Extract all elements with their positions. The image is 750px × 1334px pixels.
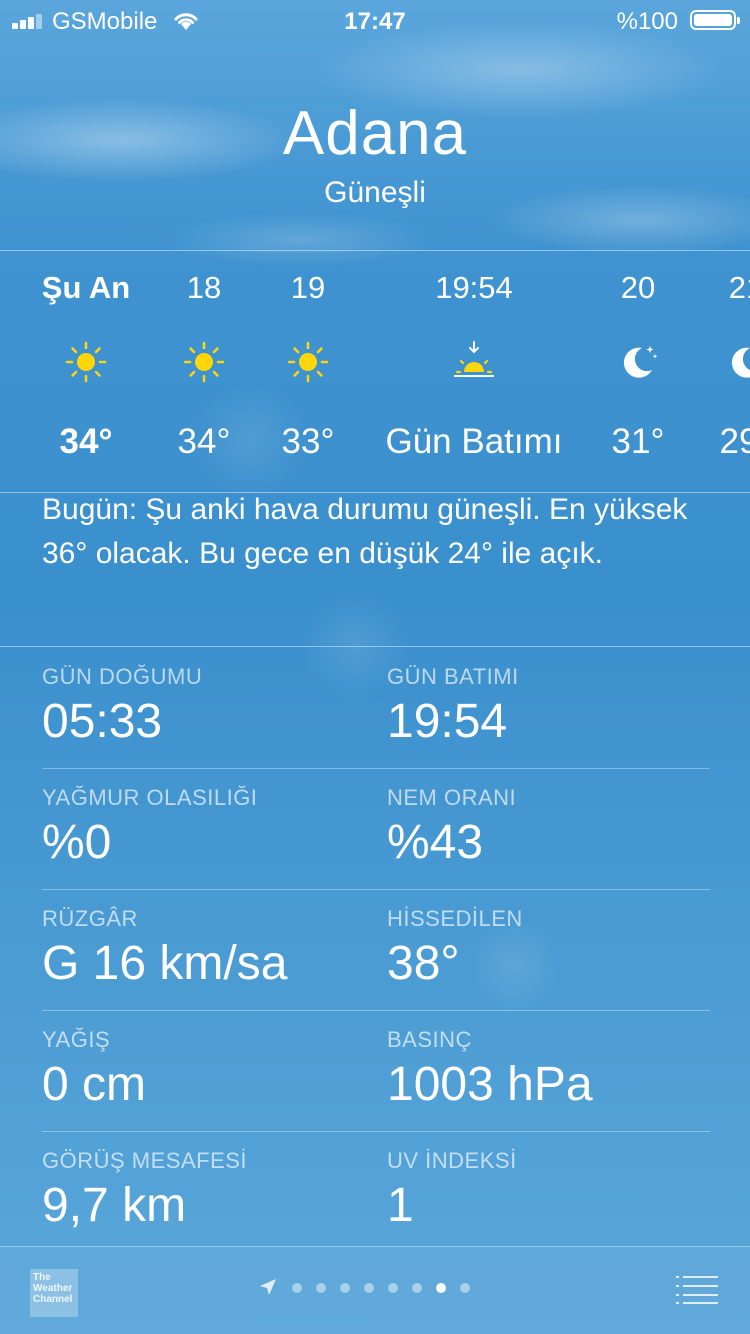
page-dot[interactable] bbox=[412, 1283, 422, 1293]
daily-summary: Bugün: Şu anki hava durumu güneşli. En y… bbox=[42, 493, 688, 570]
detail-value: 38° bbox=[387, 937, 460, 990]
page-indicator[interactable] bbox=[258, 1273, 518, 1301]
detail-label: GÖRÜŞ MESAFESİ bbox=[42, 1148, 248, 1173]
detail-value: %43 bbox=[387, 816, 484, 869]
detail-value: 05:33 bbox=[42, 695, 163, 748]
sun-icon bbox=[287, 341, 329, 383]
detail-label: RÜZGÂR bbox=[42, 906, 138, 931]
detail-value: 1 bbox=[387, 1179, 414, 1232]
detail-value: 19:54 bbox=[387, 695, 508, 748]
bottom-toolbar: The Weather Channel bbox=[0, 1246, 750, 1334]
battery-percentage: %100 bbox=[616, 8, 678, 35]
page-dot[interactable] bbox=[292, 1283, 302, 1293]
detail-label: HİSSEDİLEN bbox=[387, 906, 523, 931]
city-name: Adana bbox=[282, 99, 468, 168]
hour-temperature: Gün Batımı bbox=[385, 422, 563, 461]
page-dot[interactable] bbox=[316, 1283, 326, 1293]
detail-row: YAĞMUR OLASILIĞI %0 NEM ORANI %43 bbox=[42, 769, 710, 890]
battery-icon bbox=[690, 10, 740, 30]
weather-details: GÜN DOĞUMU 05:33 GÜN BATIMI 19:54 YAĞMUR… bbox=[42, 648, 710, 1252]
detail-label: YAĞIŞ bbox=[42, 1027, 111, 1052]
sunset-icon bbox=[454, 341, 494, 377]
page-dot[interactable] bbox=[460, 1283, 470, 1293]
detail-value: 9,7 km bbox=[42, 1179, 187, 1232]
page-dot[interactable] bbox=[436, 1283, 446, 1293]
hour-temperature: 29° bbox=[719, 422, 750, 461]
hour-label: 21 bbox=[728, 270, 750, 305]
hour-temperature: 33° bbox=[281, 422, 335, 461]
detail-row: GÜN DOĞUMU 05:33 GÜN BATIMI 19:54 bbox=[42, 648, 710, 769]
current-condition: Güneşli bbox=[324, 176, 426, 209]
detail-row: RÜZGÂR G 16 km/sa HİSSEDİLEN 38° bbox=[42, 890, 710, 1011]
hourly-forecast[interactable]: Şu An 34° 18 34° 19 33° 19:54 Gün Batımı… bbox=[0, 252, 750, 492]
weather-screen: GSMobile 17:47 %100 Adana Güneşli Şu An bbox=[0, 0, 750, 1334]
divider bbox=[0, 646, 750, 647]
detail-value: 1003 hPa bbox=[387, 1058, 593, 1111]
detail-label: NEM ORANI bbox=[387, 785, 517, 810]
page-dot[interactable] bbox=[388, 1283, 398, 1293]
city-list-icon[interactable] bbox=[676, 1275, 718, 1305]
detail-row: GÖRÜŞ MESAFESİ 9,7 km UV İNDEKSİ 1 bbox=[42, 1132, 710, 1252]
detail-label: UV İNDEKSİ bbox=[387, 1148, 517, 1173]
hour-label: 19 bbox=[290, 270, 326, 305]
hour-label: 19:54 bbox=[435, 270, 513, 305]
detail-label: BASINÇ bbox=[387, 1027, 472, 1052]
detail-value: G 16 km/sa bbox=[42, 937, 288, 990]
page-dot[interactable] bbox=[364, 1283, 374, 1293]
moon-icon bbox=[623, 346, 658, 378]
detail-row: YAĞIŞ 0 cm BASINÇ 1003 hPa bbox=[42, 1011, 710, 1132]
sun-icon bbox=[65, 341, 107, 383]
weather-channel-logo[interactable]: The Weather Channel bbox=[30, 1269, 78, 1317]
detail-label: GÜN BATIMI bbox=[387, 664, 519, 689]
page-dot[interactable] bbox=[340, 1283, 350, 1293]
moon-icon bbox=[731, 347, 750, 378]
sun-icon bbox=[183, 341, 225, 383]
location-arrow-icon bbox=[260, 1279, 276, 1295]
status-bar: GSMobile 17:47 %100 bbox=[0, 0, 750, 40]
detail-value: 0 cm bbox=[42, 1058, 147, 1111]
detail-label: YAĞMUR OLASILIĞI bbox=[42, 785, 258, 810]
detail-label: GÜN DOĞUMU bbox=[42, 664, 203, 689]
divider bbox=[0, 250, 750, 251]
detail-value: %0 bbox=[42, 816, 112, 869]
